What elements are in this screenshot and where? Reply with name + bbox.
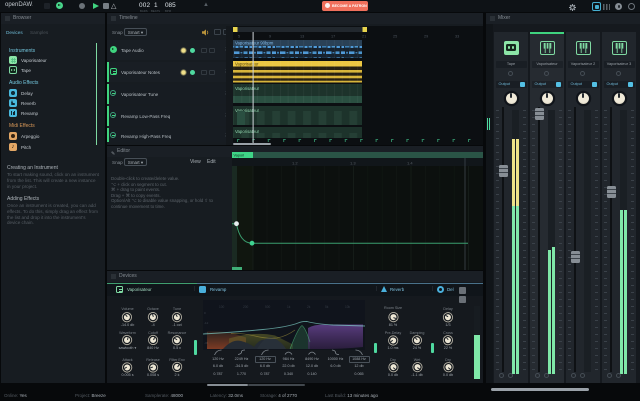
svg-text:17: 17 [331,35,335,39]
svg-text:10k: 10k [345,305,351,309]
svg-text:9: 9 [269,35,271,39]
svg-text:2k: 2k [307,305,311,309]
svg-text:5: 5 [238,35,240,39]
svg-text:1.2: 1.2 [292,161,298,166]
svg-text:29: 29 [424,35,428,39]
svg-text:13: 13 [300,35,304,39]
svg-text:-12: -12 [204,321,209,325]
svg-text:33: 33 [455,35,459,39]
svg-text:1.4: 1.4 [407,161,413,166]
svg-text:1k: 1k [287,305,291,309]
svg-text:Vapori: Vapori [234,154,245,158]
svg-text:25: 25 [393,35,397,39]
svg-text:500: 500 [265,305,271,309]
svg-text:100: 100 [219,305,225,309]
svg-text:5k: 5k [325,305,329,309]
svg-text:1.3: 1.3 [350,161,356,166]
svg-text:200: 200 [243,305,249,309]
svg-text:21: 21 [362,35,366,39]
